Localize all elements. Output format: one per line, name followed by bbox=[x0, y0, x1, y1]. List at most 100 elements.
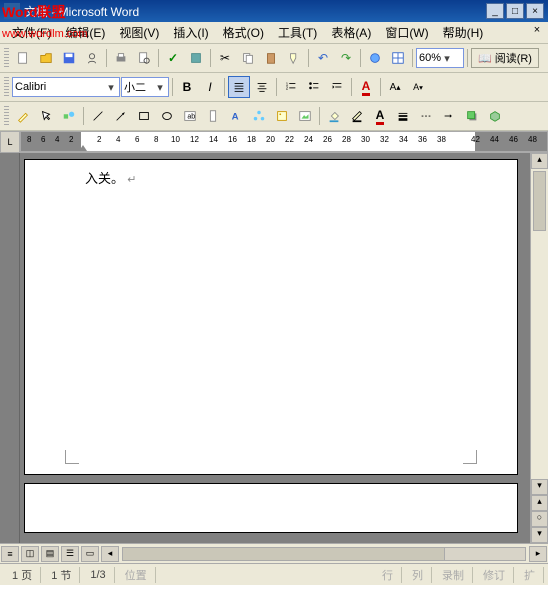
diagram-button[interactable] bbox=[248, 105, 270, 127]
dash-style-button[interactable] bbox=[415, 105, 437, 127]
oval-button[interactable] bbox=[156, 105, 178, 127]
menu-tools[interactable]: 工具(T) bbox=[272, 22, 323, 43]
status-record[interactable]: 录制 bbox=[434, 567, 473, 583]
next-page-button[interactable]: ▾ bbox=[531, 527, 548, 543]
print-button[interactable] bbox=[110, 47, 132, 69]
reading-view-button[interactable]: ▭ bbox=[81, 546, 99, 562]
toolbar-grip[interactable] bbox=[4, 77, 9, 97]
undo-button[interactable]: ↶ bbox=[312, 47, 334, 69]
status-revision[interactable]: 修订 bbox=[475, 567, 514, 583]
vertical-textbox-button[interactable] bbox=[202, 105, 224, 127]
indent-button[interactable] bbox=[326, 76, 348, 98]
status-page[interactable]: 1 页 bbox=[4, 567, 41, 583]
toolbar-grip[interactable] bbox=[4, 48, 9, 68]
font-size-combo[interactable]: 小二▾ bbox=[121, 77, 169, 97]
font-color-button[interactable]: A bbox=[355, 76, 377, 98]
line-style-button[interactable] bbox=[392, 105, 414, 127]
scroll-right-button[interactable]: ▸ bbox=[529, 546, 547, 562]
document-text[interactable]: 入关。 bbox=[85, 171, 124, 186]
spellcheck-button[interactable]: ✓ bbox=[162, 47, 184, 69]
arrow-button[interactable] bbox=[110, 105, 132, 127]
scroll-thumb[interactable] bbox=[533, 171, 546, 231]
toolbar-grip[interactable] bbox=[4, 106, 9, 126]
horizontal-scrollbar[interactable] bbox=[122, 547, 526, 561]
3d-button[interactable] bbox=[484, 105, 506, 127]
align-justify-button[interactable] bbox=[228, 76, 250, 98]
cut-button[interactable]: ✂ bbox=[214, 47, 236, 69]
normal-view-button[interactable]: ≡ bbox=[1, 546, 19, 562]
menu-file[interactable]: 文件(F) bbox=[6, 22, 57, 43]
menu-edit[interactable]: 编辑(E) bbox=[59, 22, 111, 43]
font-color-button-2[interactable]: A bbox=[369, 105, 391, 127]
status-section[interactable]: 1 节 bbox=[43, 567, 80, 583]
menu-help[interactable]: 帮助(H) bbox=[437, 22, 490, 43]
insert-picture-button[interactable] bbox=[294, 105, 316, 127]
status-extend[interactable]: 扩 bbox=[516, 567, 544, 583]
menu-format[interactable]: 格式(O) bbox=[217, 22, 270, 43]
open-button[interactable] bbox=[35, 47, 57, 69]
font-combo[interactable]: Calibri▾ bbox=[12, 77, 120, 97]
permissions-button[interactable] bbox=[81, 47, 103, 69]
research-button[interactable] bbox=[185, 47, 207, 69]
preview-button[interactable] bbox=[133, 47, 155, 69]
copy-button[interactable] bbox=[237, 47, 259, 69]
web-view-button[interactable]: ◫ bbox=[21, 546, 39, 562]
shadow-button[interactable] bbox=[461, 105, 483, 127]
minimize-button[interactable]: _ bbox=[486, 3, 504, 19]
formatting-toolbar: Calibri▾ 小二▾ B I 12 A A▴ A▾ bbox=[0, 73, 548, 102]
line-button[interactable] bbox=[87, 105, 109, 127]
textbox-button[interactable]: ab bbox=[179, 105, 201, 127]
paste-button[interactable] bbox=[260, 47, 282, 69]
indent-marker[interactable] bbox=[79, 143, 87, 151]
chevron-down-icon[interactable]: ▾ bbox=[441, 52, 453, 65]
table-button[interactable] bbox=[387, 47, 409, 69]
clipart-button[interactable] bbox=[271, 105, 293, 127]
scroll-down-button[interactable]: ▾ bbox=[531, 479, 548, 495]
autoshapes-button[interactable] bbox=[58, 105, 80, 127]
maximize-button[interactable]: □ bbox=[506, 3, 524, 19]
browse-object-button[interactable]: ○ bbox=[531, 511, 548, 527]
italic-button[interactable]: I bbox=[199, 76, 221, 98]
vertical-scrollbar[interactable]: ▴ ▾ ▴ ○ ▾ bbox=[530, 153, 548, 543]
bold-button[interactable]: B bbox=[176, 76, 198, 98]
arrow-style-button[interactable] bbox=[438, 105, 460, 127]
close-button[interactable]: × bbox=[526, 3, 544, 19]
reading-layout-button[interactable]: 📖阅读(R) bbox=[471, 48, 539, 68]
scroll-up-button[interactable]: ▴ bbox=[531, 153, 548, 169]
chevron-down-icon[interactable]: ▾ bbox=[154, 81, 166, 94]
select-objects-button[interactable] bbox=[35, 105, 57, 127]
zoom-combo[interactable]: 60%▾ bbox=[416, 48, 464, 68]
tab-selector[interactable]: L bbox=[0, 131, 20, 153]
grow-font-button[interactable]: A▴ bbox=[384, 76, 406, 98]
document-page[interactable]: 入关。 ↵ bbox=[24, 159, 518, 475]
menu-insert[interactable]: 插入(I) bbox=[167, 22, 214, 43]
bullet-list-button[interactable] bbox=[303, 76, 325, 98]
hyperlink-button[interactable] bbox=[364, 47, 386, 69]
wordart-button[interactable]: A bbox=[225, 105, 247, 127]
format-painter-button[interactable] bbox=[283, 47, 305, 69]
menu-view[interactable]: 视图(V) bbox=[113, 22, 165, 43]
scroll-left-button[interactable]: ◂ bbox=[101, 546, 119, 562]
scroll-thumb[interactable] bbox=[123, 548, 445, 560]
align-center-button[interactable] bbox=[251, 76, 273, 98]
menu-window[interactable]: 窗口(W) bbox=[379, 22, 434, 43]
rectangle-button[interactable] bbox=[133, 105, 155, 127]
menu-table[interactable]: 表格(A) bbox=[325, 22, 377, 43]
print-view-button[interactable]: ▤ bbox=[41, 546, 59, 562]
save-button[interactable] bbox=[58, 47, 80, 69]
fill-color-button[interactable] bbox=[323, 105, 345, 127]
redo-button[interactable]: ↷ bbox=[335, 47, 357, 69]
document-page-next[interactable] bbox=[24, 483, 518, 533]
doc-close-button[interactable]: × bbox=[530, 24, 544, 38]
draw-menu-button[interactable] bbox=[12, 105, 34, 127]
outline-view-button[interactable]: ☰ bbox=[61, 546, 79, 562]
new-button[interactable] bbox=[12, 47, 34, 69]
status-pages[interactable]: 1/3 bbox=[82, 567, 114, 583]
chevron-down-icon[interactable]: ▾ bbox=[105, 81, 117, 94]
vertical-ruler[interactable] bbox=[0, 153, 20, 543]
prev-page-button[interactable]: ▴ bbox=[531, 495, 548, 511]
line-color-button[interactable] bbox=[346, 105, 368, 127]
numbered-list-button[interactable]: 12 bbox=[280, 76, 302, 98]
shrink-font-button[interactable]: A▾ bbox=[407, 76, 429, 98]
horizontal-ruler[interactable]: 8 6 4 2 2 4 6 8 10 12 14 16 18 20 22 24 … bbox=[20, 131, 548, 152]
